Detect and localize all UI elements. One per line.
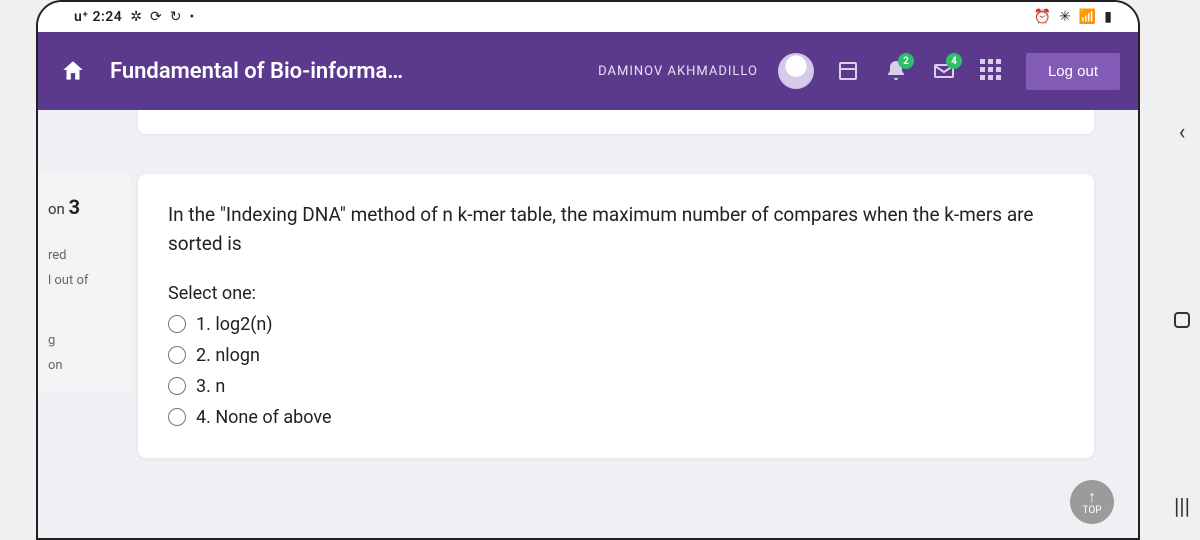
answer-option[interactable]: 2. nlogn (168, 345, 1064, 366)
status-bar: u⁺ 2:24 ✲ ⟳ ↻ • ⏰ ✳ 📶 ▮ (38, 2, 1138, 32)
previous-card-stub (138, 110, 1094, 134)
status-icon: ✲ (130, 10, 142, 24)
apps-button[interactable] (978, 57, 1006, 85)
battery-icon: ▮ (1104, 10, 1112, 24)
answer-radio-2[interactable] (168, 346, 186, 364)
flag-question-link[interactable]: g (48, 329, 120, 354)
system-back-button[interactable]: ‹ (1179, 120, 1186, 145)
scroll-top-button[interactable]: ↑ TOP (1070, 480, 1114, 524)
arrow-up-icon: ↑ (1088, 489, 1096, 505)
scroll-top-label: TOP (1082, 505, 1101, 516)
course-title[interactable]: Fundamental of Bio-informa… (110, 59, 403, 84)
logout-button[interactable]: Log out (1026, 53, 1120, 90)
notifications-badge: 2 (898, 53, 914, 69)
answer-label: 2. nlogn (196, 345, 260, 366)
messages-badge: 4 (946, 53, 962, 69)
notifications-button[interactable]: 2 (882, 57, 910, 85)
status-icon: ⟳ (150, 10, 162, 24)
answer-option[interactable]: 4. None of above (168, 407, 1064, 428)
question-prefix: on (48, 200, 65, 218)
answer-option[interactable]: 3. n (168, 376, 1064, 397)
home-button[interactable] (56, 54, 90, 88)
user-name-label[interactable]: DAMINOV AKHMADILLO (598, 64, 758, 79)
question-marks: l out of (48, 269, 120, 294)
answer-option[interactable]: 1. log2(n) (168, 314, 1064, 335)
status-icon: ↻ (170, 10, 182, 24)
system-home-button[interactable] (1174, 312, 1190, 328)
avatar[interactable] (778, 53, 814, 89)
answer-radio-4[interactable] (168, 408, 186, 426)
drawer-icon (836, 59, 860, 83)
grid-icon (980, 59, 1004, 83)
question-status: red (48, 244, 120, 269)
bluetooth-icon: ✳ (1059, 10, 1071, 24)
status-icon: • (189, 10, 194, 24)
drawer-button[interactable] (834, 57, 862, 85)
status-time: u⁺ 2:24 (74, 9, 122, 25)
system-nav: ‹ ||| (1168, 120, 1196, 520)
system-recent-button[interactable]: ||| (1174, 495, 1190, 520)
messages-button[interactable]: 4 (930, 57, 958, 85)
answer-radio-1[interactable] (168, 315, 186, 333)
flag-question-link-2[interactable]: on (48, 354, 120, 379)
answer-label: 4. None of above (196, 407, 332, 428)
content-area: on 3 red l out of g on In the "Indexing … (38, 110, 1138, 538)
home-icon (60, 58, 86, 84)
question-number: 3 (69, 195, 80, 219)
answer-radio-3[interactable] (168, 377, 186, 395)
wifi-icon: 📶 (1079, 10, 1096, 24)
answer-label: 3. n (196, 376, 225, 397)
select-one-label: Select one: (168, 283, 1064, 304)
answer-label: 1. log2(n) (196, 314, 273, 335)
question-card: In the "Indexing DNA" method of n k-mer … (138, 174, 1094, 458)
question-text: In the "Indexing DNA" method of n k-mer … (168, 200, 1064, 259)
app-header: Fundamental of Bio-informa… DAMINOV AKHM… (38, 32, 1138, 110)
alarm-icon: ⏰ (1034, 10, 1051, 24)
question-nav-panel: on 3 red l out of g on (38, 174, 130, 393)
